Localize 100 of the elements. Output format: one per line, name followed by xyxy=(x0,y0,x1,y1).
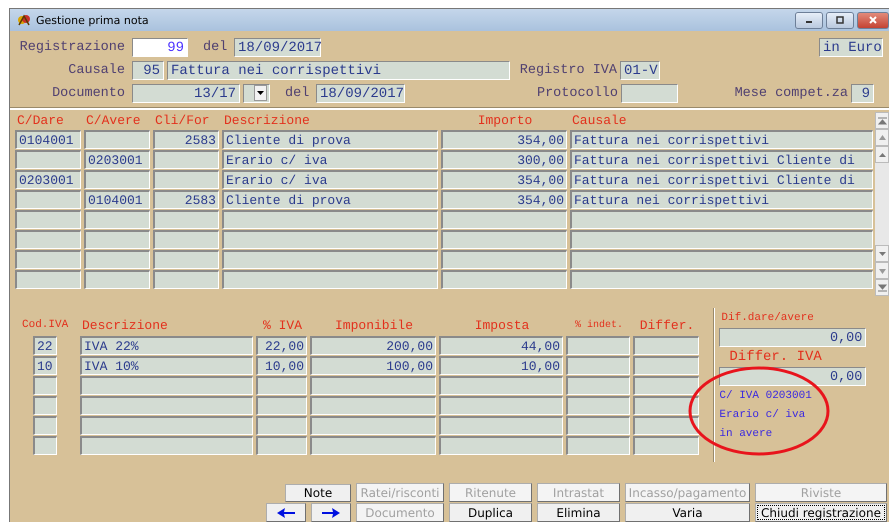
table-cell[interactable] xyxy=(310,416,436,435)
table-cell[interactable] xyxy=(441,250,567,269)
table-cell[interactable]: Fattura nei corrispettivi xyxy=(570,130,873,149)
maximize-button[interactable] xyxy=(826,12,854,28)
toolbar-button[interactable]: Duplica xyxy=(449,503,532,522)
toolbar-button[interactable]: Varia xyxy=(625,503,750,522)
dropdown[interactable] xyxy=(243,84,270,102)
table-cell[interactable] xyxy=(80,396,253,415)
scrollbar[interactable] xyxy=(875,112,889,296)
causale-description-field[interactable]: Fattura nei corrispettivi xyxy=(167,60,510,80)
table-cell[interactable] xyxy=(153,150,219,169)
toolbar-button[interactable]: Note xyxy=(285,484,351,502)
table-cell[interactable]: 10 xyxy=(33,356,57,375)
table-cell[interactable] xyxy=(15,270,81,289)
table-cell[interactable] xyxy=(153,170,219,189)
table-cell[interactable]: 0104001 xyxy=(15,130,81,149)
table-cell[interactable] xyxy=(439,376,563,395)
table-cell[interactable] xyxy=(256,436,307,455)
table-cell[interactable]: IVA 22% xyxy=(80,336,253,355)
table-cell[interactable] xyxy=(15,230,81,249)
table-cell[interactable]: 354,00 xyxy=(441,170,567,189)
table-cell[interactable]: 2583 xyxy=(153,190,219,209)
table-cell[interactable] xyxy=(15,210,81,229)
table-cell[interactable]: 10,00 xyxy=(256,356,307,375)
table-cell[interactable] xyxy=(84,130,150,149)
table-cell[interactable] xyxy=(441,210,567,229)
table-cell[interactable] xyxy=(633,436,699,455)
table-cell[interactable] xyxy=(15,250,81,269)
table-cell[interactable] xyxy=(566,396,630,415)
table-cell[interactable] xyxy=(310,376,436,395)
table-cell[interactable]: 0203001 xyxy=(15,170,81,189)
table-cell[interactable] xyxy=(84,250,150,269)
table-cell[interactable] xyxy=(15,150,81,169)
table-cell[interactable]: 354,00 xyxy=(441,190,567,209)
table-cell[interactable]: 354,00 xyxy=(441,130,567,149)
table-cell[interactable]: Erario c/ iva xyxy=(222,170,438,189)
table-cell[interactable]: Cliente di prova xyxy=(222,190,438,209)
table-cell[interactable]: 44,00 xyxy=(439,336,563,355)
table-cell[interactable] xyxy=(80,436,253,455)
table-cell[interactable] xyxy=(80,416,253,435)
table-cell[interactable] xyxy=(222,210,438,229)
table-cell[interactable]: 0203001 xyxy=(84,150,150,169)
table-cell[interactable]: Erario c/ iva xyxy=(222,150,438,169)
table-cell[interactable] xyxy=(310,396,436,415)
table-cell[interactable] xyxy=(566,356,630,375)
table-cell[interactable] xyxy=(222,230,438,249)
date-field[interactable]: 18/09/2017 xyxy=(316,84,405,102)
table-cell[interactable] xyxy=(153,270,219,289)
table-cell[interactable] xyxy=(256,376,307,395)
scroll-up-icon[interactable] xyxy=(875,146,889,163)
table-cell[interactable] xyxy=(222,250,438,269)
table-cell[interactable]: Fattura nei corrispettivi Cliente di xyxy=(570,150,873,169)
table-cell[interactable] xyxy=(256,416,307,435)
table-cell[interactable] xyxy=(222,270,438,289)
table-cell[interactable] xyxy=(256,396,307,415)
table-cell[interactable] xyxy=(15,190,81,209)
scroll-bottom-icon[interactable] xyxy=(875,279,889,296)
table-cell[interactable] xyxy=(33,396,57,415)
table-cell[interactable] xyxy=(566,436,630,455)
table-cell[interactable] xyxy=(633,336,699,355)
table-cell[interactable]: Cliente di prova xyxy=(222,130,438,149)
table-cell[interactable] xyxy=(33,376,57,395)
table-cell[interactable] xyxy=(566,336,630,355)
next-button[interactable] xyxy=(311,503,351,522)
table-cell[interactable]: 22,00 xyxy=(256,336,307,355)
table-cell[interactable] xyxy=(153,250,219,269)
previous-button[interactable] xyxy=(266,503,306,522)
table-cell[interactable]: 22 xyxy=(33,336,57,355)
table-cell[interactable] xyxy=(33,416,57,435)
table-cell[interactable] xyxy=(84,270,150,289)
table-cell[interactable] xyxy=(570,210,873,229)
table-cell[interactable]: 2583 xyxy=(153,130,219,149)
registration-number-field[interactable]: 99 xyxy=(132,38,188,56)
table-cell[interactable]: 0104001 xyxy=(84,190,150,209)
table-cell[interactable]: Fattura nei corrispettivi xyxy=(570,190,873,209)
page-down-icon[interactable] xyxy=(875,262,889,279)
table-cell[interactable]: 100,00 xyxy=(310,356,436,375)
table-cell[interactable] xyxy=(441,270,567,289)
table-cell[interactable] xyxy=(80,376,253,395)
table-cell[interactable]: 10,00 xyxy=(439,356,563,375)
table-cell[interactable]: Fattura nei corrispettivi Cliente di xyxy=(570,170,873,189)
table-cell[interactable] xyxy=(633,416,699,435)
table-cell[interactable] xyxy=(566,376,630,395)
table-cell[interactable] xyxy=(633,376,699,395)
table-cell[interactable] xyxy=(33,436,57,455)
page-up-icon[interactable] xyxy=(875,129,889,146)
table-cell[interactable] xyxy=(566,416,630,435)
table-cell[interactable] xyxy=(633,396,699,415)
vat-register-field[interactable]: 01-V xyxy=(620,60,660,80)
table-cell[interactable] xyxy=(441,230,567,249)
minimize-button[interactable] xyxy=(795,12,823,28)
document-field[interactable]: 13/17 xyxy=(132,84,240,102)
table-cell[interactable] xyxy=(153,230,219,249)
table-cell[interactable] xyxy=(570,270,873,289)
causale-code-field[interactable]: 95 xyxy=(132,60,164,80)
table-cell[interactable] xyxy=(153,210,219,229)
table-cell[interactable] xyxy=(84,170,150,189)
close-button[interactable] xyxy=(857,12,889,28)
scroll-top-icon[interactable] xyxy=(875,112,889,129)
table-cell[interactable] xyxy=(84,230,150,249)
